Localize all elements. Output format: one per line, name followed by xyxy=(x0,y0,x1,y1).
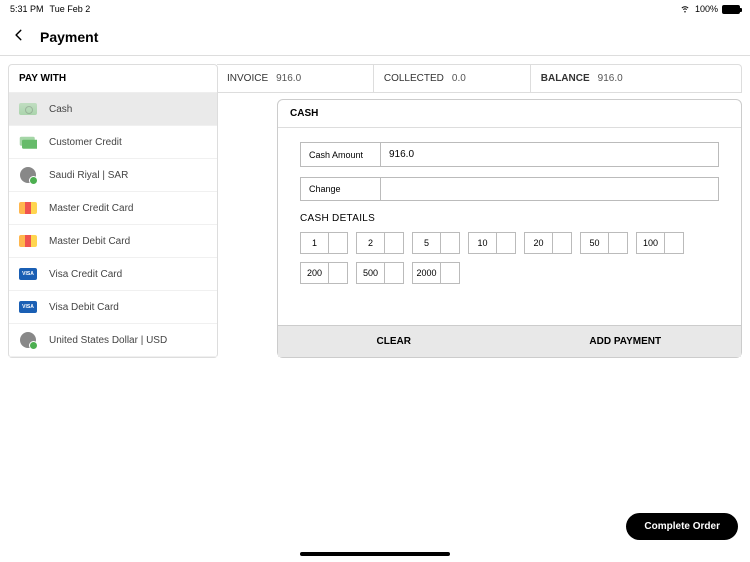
pay-item-label: Master Debit Card xyxy=(49,236,130,247)
pay-item-visa-debit-card[interactable]: VISA Visa Debit Card xyxy=(9,291,217,324)
pay-item-master-debit-card[interactable]: Master Debit Card xyxy=(9,225,217,258)
denomination-count-input[interactable] xyxy=(609,233,627,253)
denomination-20[interactable]: 20 xyxy=(524,232,572,254)
summary-collected: COLLECTED 0.0 xyxy=(374,65,531,92)
customer-credit-icon xyxy=(19,135,37,149)
cash-panel: CASH Cash Amount 916.0 Change CASH DETAI… xyxy=(277,99,742,358)
complete-order-button[interactable]: Complete Order xyxy=(626,513,738,540)
pay-item-label: Visa Debit Card xyxy=(49,302,119,313)
denomination-count-input[interactable] xyxy=(441,263,459,283)
collected-value: 0.0 xyxy=(452,73,466,84)
denomination-200[interactable]: 200 xyxy=(300,262,348,284)
denomination-value: 5 xyxy=(413,233,441,253)
balance-label: BALANCE xyxy=(541,73,590,84)
pay-item-customer-credit[interactable]: Customer Credit xyxy=(9,126,217,159)
invoice-label: INVOICE xyxy=(227,73,268,84)
currency-icon xyxy=(20,167,36,183)
mastercard-icon xyxy=(19,235,37,247)
denomination-value: 500 xyxy=(357,263,385,283)
wifi-icon xyxy=(679,2,691,16)
change-label: Change xyxy=(301,178,381,200)
visa-icon: VISA xyxy=(19,301,37,313)
page-title: Payment xyxy=(40,29,98,45)
denomination-count-input[interactable] xyxy=(385,263,403,283)
denomination-50[interactable]: 50 xyxy=(580,232,628,254)
back-icon[interactable] xyxy=(12,26,26,47)
denomination-2000[interactable]: 2000 xyxy=(412,262,460,284)
denomination-10[interactable]: 10 xyxy=(468,232,516,254)
denomination-grid: 1 2 5 10 20 50 100 200 500 2000 xyxy=(300,232,719,284)
cash-panel-title: CASH xyxy=(278,100,741,128)
pay-item-label: Customer Credit xyxy=(49,137,122,148)
denomination-100[interactable]: 100 xyxy=(636,232,684,254)
summary-balance: BALANCE 916.0 xyxy=(531,65,741,92)
denomination-count-input[interactable] xyxy=(553,233,571,253)
denomination-value: 200 xyxy=(301,263,329,283)
collected-label: COLLECTED xyxy=(384,73,444,84)
cash-amount-input[interactable]: 916.0 xyxy=(381,143,718,166)
pay-item-label: Cash xyxy=(49,104,72,115)
denomination-value: 100 xyxy=(637,233,665,253)
summary-bar: INVOICE 916.0 COLLECTED 0.0 BALANCE 916.… xyxy=(217,64,742,93)
battery-icon xyxy=(722,5,740,14)
denomination-count-input[interactable] xyxy=(665,233,683,253)
denomination-value: 10 xyxy=(469,233,497,253)
currency-icon xyxy=(20,332,36,348)
change-row: Change xyxy=(300,177,719,201)
cash-details-label: CASH DETAILS xyxy=(300,213,719,224)
pay-with-header: PAY WITH xyxy=(9,65,217,93)
add-payment-button[interactable]: ADD PAYMENT xyxy=(510,326,742,357)
cash-amount-label: Cash Amount xyxy=(301,143,381,166)
denomination-count-input[interactable] xyxy=(385,233,403,253)
denomination-1[interactable]: 1 xyxy=(300,232,348,254)
denomination-count-input[interactable] xyxy=(329,233,347,253)
invoice-value: 916.0 xyxy=(276,73,301,84)
status-time: 5:31 PM xyxy=(10,4,44,14)
pay-item-master-credit-card[interactable]: Master Credit Card xyxy=(9,192,217,225)
pay-item-visa-credit-card[interactable]: VISA Visa Credit Card xyxy=(9,258,217,291)
pay-with-panel: PAY WITH Cash Customer Credit Saudi Riyal … xyxy=(8,64,218,358)
denomination-value: 1 xyxy=(301,233,329,253)
header: Payment xyxy=(0,18,750,56)
pay-item-label: Master Credit Card xyxy=(49,203,133,214)
home-indicator xyxy=(300,552,450,556)
pay-item-saudi-riyal-sar[interactable]: Saudi Riyal | SAR xyxy=(9,159,217,192)
denomination-count-input[interactable] xyxy=(441,233,459,253)
denomination-2[interactable]: 2 xyxy=(356,232,404,254)
denomination-count-input[interactable] xyxy=(497,233,515,253)
denomination-value: 2 xyxy=(357,233,385,253)
status-date: Tue Feb 2 xyxy=(50,4,91,14)
mastercard-icon xyxy=(19,202,37,214)
pay-item-label: Visa Credit Card xyxy=(49,269,122,280)
balance-value: 916.0 xyxy=(598,73,623,84)
denomination-value: 20 xyxy=(525,233,553,253)
pay-item-label: United States Dollar | USD xyxy=(49,335,167,346)
pay-item-cash[interactable]: Cash xyxy=(9,93,217,126)
pay-item-united-states-dollar-usd[interactable]: United States Dollar | USD xyxy=(9,324,217,357)
denomination-value: 50 xyxy=(581,233,609,253)
battery-percent: 100% xyxy=(695,4,718,14)
denomination-500[interactable]: 500 xyxy=(356,262,404,284)
denomination-5[interactable]: 5 xyxy=(412,232,460,254)
cash-amount-row: Cash Amount 916.0 xyxy=(300,142,719,167)
pay-item-label: Saudi Riyal | SAR xyxy=(49,170,128,181)
cash-icon xyxy=(19,103,37,115)
status-bar: 5:31 PM Tue Feb 2 100% xyxy=(0,0,750,18)
denomination-count-input[interactable] xyxy=(329,263,347,283)
visa-icon: VISA xyxy=(19,268,37,280)
summary-invoice: INVOICE 916.0 xyxy=(217,65,374,92)
change-value xyxy=(381,178,718,200)
denomination-value: 2000 xyxy=(413,263,441,283)
clear-button[interactable]: CLEAR xyxy=(278,326,510,357)
